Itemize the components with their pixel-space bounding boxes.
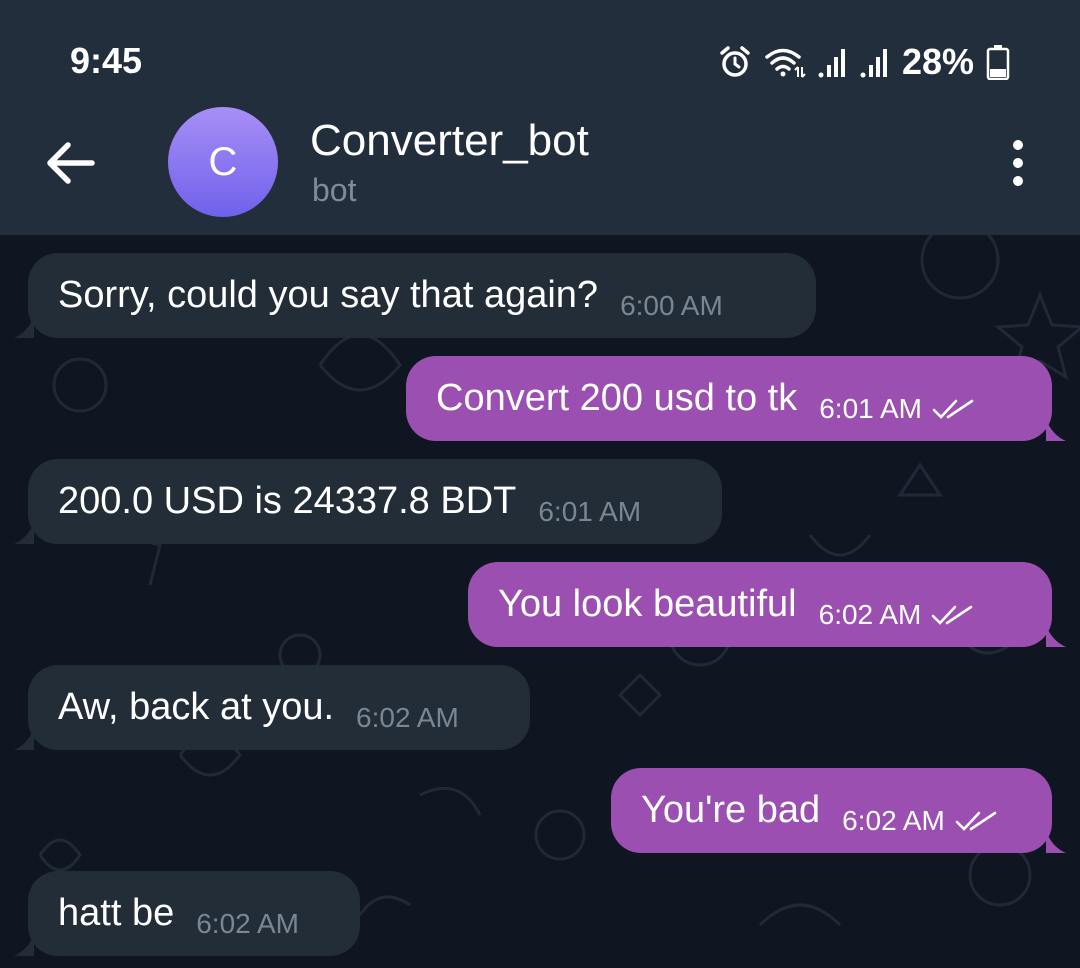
chat-area[interactable]: Sorry, could you say that again? 6:00 AM… (0, 235, 1080, 968)
double-check-icon (932, 605, 973, 625)
status-bar: 9:45 28% (0, 0, 1080, 110)
message-time: 6:01 AM (538, 495, 642, 527)
message-incoming[interactable]: Sorry, could you say that again? 6:00 AM (14, 253, 816, 338)
message-text: Sorry, could you say that again? (58, 274, 599, 316)
back-arrow-icon[interactable] (40, 133, 104, 193)
message-text: Aw, back at you. (58, 686, 335, 728)
message-text: You look beautiful (498, 583, 797, 625)
bubble-tail (14, 316, 34, 338)
bubble-tail (14, 934, 34, 956)
signal-icon (818, 49, 845, 78)
bubble-tail (1046, 831, 1066, 853)
message-time: 6:02 AM (356, 701, 459, 733)
message-time: 6:02 AM (842, 804, 945, 836)
message-incoming[interactable]: Aw, back at you. 6:02 AM (14, 665, 530, 750)
message-time: 6:00 AM (620, 289, 723, 321)
message-outgoing[interactable]: You're bad 6:02 AM (611, 768, 1066, 853)
message-time: 6:02 AM (818, 598, 922, 630)
message-text: Convert 200 usd to tk (436, 377, 798, 419)
message-incoming[interactable]: 200.0 USD is 24337.8 BDT 6:01 AM (14, 459, 722, 544)
battery-percentage: 28% (901, 41, 974, 82)
message-outgoing[interactable]: Convert 200 usd to tk 6:01 AM (406, 356, 1066, 441)
bubble-tail (14, 728, 34, 750)
message-incoming[interactable]: hatt be 6:02 AM (14, 871, 360, 956)
more-vertical-icon[interactable] (996, 138, 1040, 188)
message-time: 6:02 AM (196, 907, 299, 939)
bubble-tail (1046, 625, 1066, 647)
battery-icon (986, 45, 1010, 80)
message-text: 200.0 USD is 24337.8 BDT (58, 480, 517, 522)
chat-header: C Converter_bot bot (0, 100, 1080, 235)
message-text: hatt be (58, 892, 175, 934)
avatar[interactable]: C (168, 107, 278, 217)
chat-title[interactable]: Converter_bot (310, 116, 589, 166)
alarm-icon (720, 46, 750, 77)
bubble-tail (1046, 419, 1066, 441)
signal-icon (860, 49, 887, 78)
double-check-icon (955, 811, 997, 831)
message-time: 6:01 AM (819, 392, 922, 424)
double-check-icon (932, 399, 974, 419)
status-icons: 28% (718, 40, 1010, 84)
status-time: 9:45 (70, 40, 143, 81)
message-text: You're bad (641, 789, 821, 831)
chat-subtitle: bot (312, 172, 357, 208)
bubble-tail (14, 522, 34, 544)
wifi-icon (765, 48, 806, 78)
message-outgoing[interactable]: You look beautiful 6:02 AM (468, 562, 1066, 647)
